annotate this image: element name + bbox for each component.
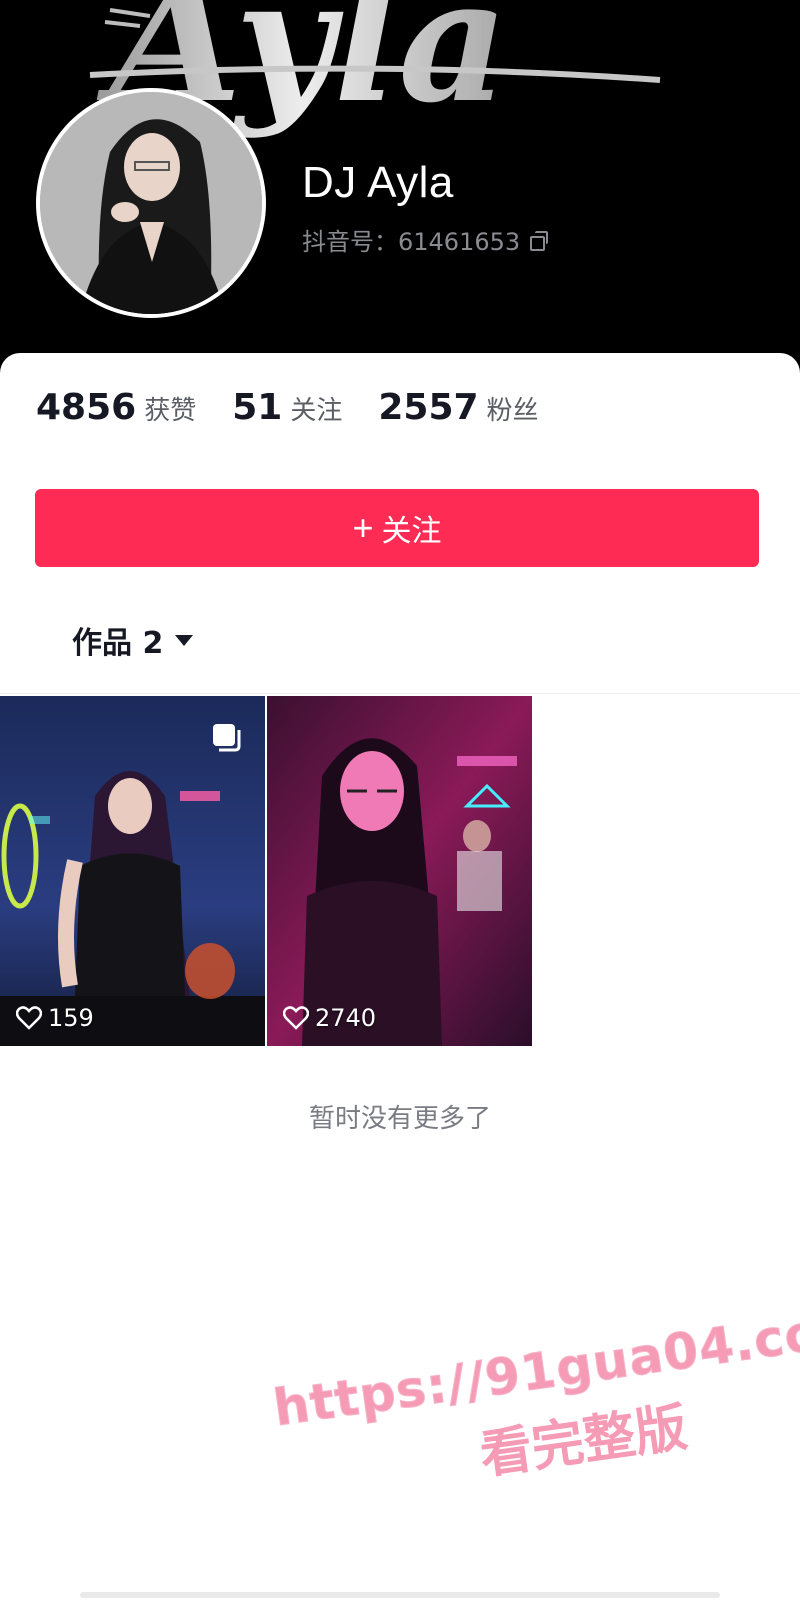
stat-likes-label: 获赞 — [144, 396, 197, 426]
bottom-bar — [80, 1592, 720, 1598]
stat-followers-label: 粉丝 — [486, 396, 539, 426]
video-tile[interactable]: 2740 — [267, 696, 532, 1046]
like-count: 2740 — [283, 1004, 376, 1032]
follow-button-label: 关注 — [381, 515, 442, 548]
no-more-text: 暂时没有更多了 — [308, 1104, 491, 1134]
stat-followers[interactable]: 2557 粉丝 — [378, 387, 538, 428]
plus-icon: + — [352, 507, 374, 548]
douyin-id[interactable]: 抖音号：61461653 — [302, 222, 549, 257]
stat-followers-value: 2557 — [378, 387, 479, 428]
avatar-image — [40, 92, 262, 314]
avatar[interactable] — [40, 92, 262, 314]
copy-icon[interactable] — [530, 230, 549, 251]
stat-following[interactable]: 51 关注 — [232, 387, 342, 428]
douyin-id-text: 抖音号：61461653 — [302, 228, 521, 256]
multi-image-icon — [213, 724, 241, 752]
video-grid: 159 2740 — [0, 696, 534, 1046]
tab-works-label: 作品 2 — [72, 626, 164, 661]
stats-row: 4856 获赞 51 关注 2557 粉丝 — [36, 387, 575, 428]
video-thumbnail — [267, 696, 532, 1046]
like-count-value: 159 — [48, 1004, 94, 1032]
stat-following-label: 关注 — [290, 396, 343, 426]
stat-likes-value: 4856 — [36, 387, 137, 428]
caret-down-icon[interactable] — [175, 634, 194, 646]
like-count-value: 2740 — [315, 1004, 377, 1032]
heart-icon — [16, 1006, 42, 1030]
follow-button[interactable]: + 关注 — [35, 489, 759, 567]
tab-divider — [0, 693, 800, 694]
stat-likes[interactable]: 4856 获赞 — [36, 387, 196, 428]
profile-header: Ayla DJ Ayla 抖音号：61461653 — [0, 0, 800, 400]
heart-icon — [283, 1006, 309, 1030]
like-count: 159 — [16, 1004, 94, 1032]
nickname: DJ Ayla — [302, 158, 454, 207]
video-tile[interactable]: 159 — [0, 696, 265, 1046]
stat-following-value: 51 — [232, 387, 283, 428]
tab-works[interactable]: 作品 2 — [72, 618, 194, 662]
